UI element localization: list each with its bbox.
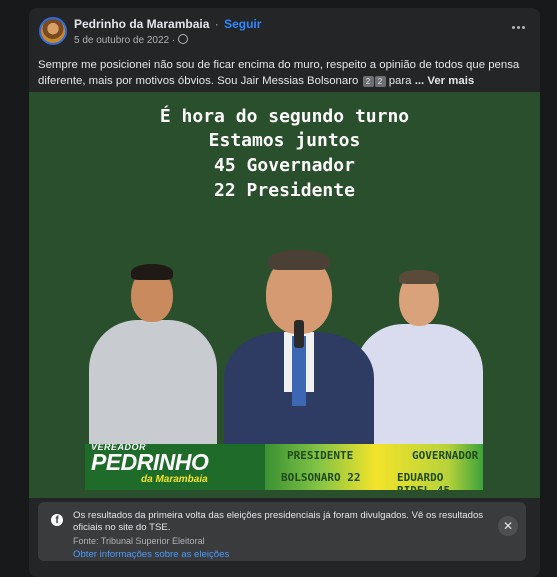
banner-presidente-name: BOLSONARO 22 — [281, 471, 361, 484]
more-dot-icon — [516, 25, 520, 29]
close-icon[interactable]: ✕ — [498, 516, 518, 536]
post-meta: 5 de outubro de 2022 · — [74, 34, 189, 46]
election-info-link[interactable]: Obter informações sobre as eleições — [73, 549, 229, 560]
separator: · — [214, 17, 219, 31]
banner-governador-label: GOVERNADOR — [412, 449, 479, 462]
more-dot-icon — [511, 25, 515, 29]
banner-name: PEDRINHO — [91, 449, 209, 475]
election-notice: f Os resultados da primeira volta das el… — [38, 502, 526, 561]
facebook-icon: f — [51, 514, 63, 526]
post-date[interactable]: 5 de outubro de 2022 — [74, 35, 169, 46]
headline-line-1: É hora do segundo turno — [159, 106, 410, 127]
post-text: Sempre me posicionei não sou de ficar en… — [38, 57, 532, 89]
campaign-banner: VEREADOR PEDRINHO da Marambaia PRESIDENT… — [85, 444, 483, 490]
notice-source: Fonte: Tribunal Superior Eleitoral — [73, 536, 205, 546]
see-more-link[interactable]: Ver mais — [427, 75, 474, 87]
person-center — [224, 250, 374, 452]
globe-icon — [178, 34, 189, 44]
more-dot-icon — [521, 25, 525, 29]
person-right — [355, 270, 483, 450]
keycap-two-icon: 2 — [362, 76, 374, 87]
see-more-ellipsis: ... — [414, 75, 425, 87]
post-image[interactable]: É hora do segundo turno Estamos juntos 4… — [29, 92, 540, 498]
banner-presidente-label: PRESIDENTE — [287, 449, 354, 462]
person-left — [89, 262, 217, 450]
post-header: Pedrinho da Marambaia · Seguir 5 de outu… — [29, 8, 540, 56]
more-options-button[interactable] — [508, 20, 528, 34]
post-body-tail: para — [388, 75, 412, 87]
keycap-two-icon: 2 — [374, 76, 386, 87]
banner-subname: da Marambaia — [141, 474, 208, 485]
follow-button[interactable]: Seguir — [224, 17, 261, 31]
headline-line-2: Estamos juntos — [208, 130, 361, 151]
author-row: Pedrinho da Marambaia · Seguir — [74, 17, 261, 31]
meta-separator: · — [171, 35, 176, 46]
avatar[interactable] — [39, 17, 67, 45]
banner-governador-name: EDUARDO RIDEL 45 — [397, 471, 450, 490]
post-card: Pedrinho da Marambaia · Seguir 5 de outu… — [29, 8, 540, 577]
headline-line-3: 45 Governador — [214, 155, 355, 176]
headline-line-4: 22 Presidente — [214, 180, 355, 201]
notice-text: Os resultados da primeira volta das elei… — [73, 510, 484, 533]
author-name[interactable]: Pedrinho da Marambaia — [74, 17, 209, 31]
